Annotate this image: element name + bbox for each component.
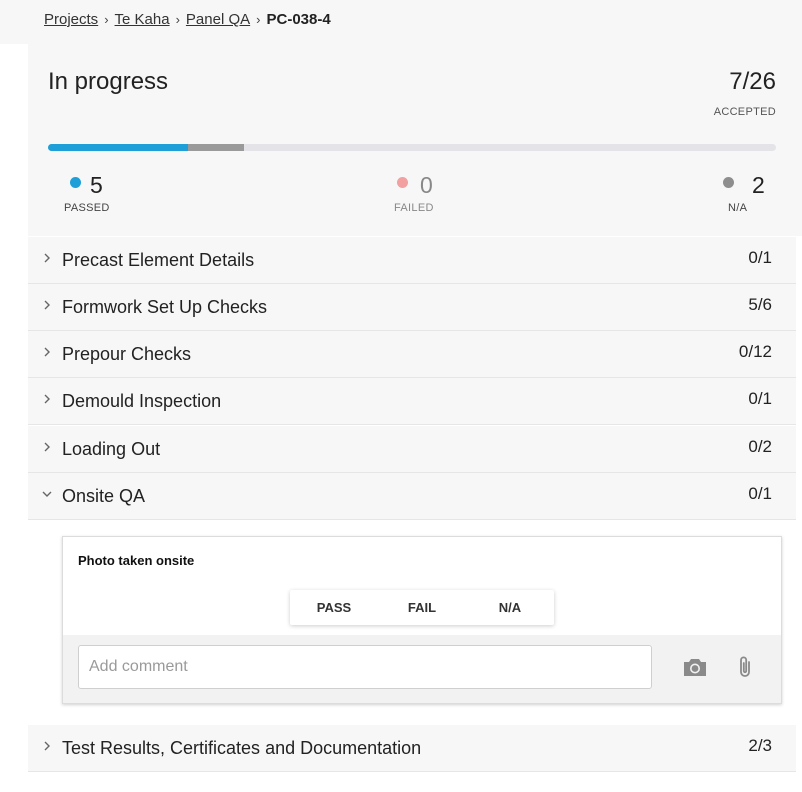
accepted-count: 7/26 <box>729 68 776 95</box>
breadcrumb-panel-qa[interactable]: Panel QA <box>186 11 250 28</box>
comment-bar <box>63 635 781 703</box>
passed-dot-icon <box>70 177 81 188</box>
chevron-down-icon <box>42 491 52 497</box>
section-formwork-set-up-checks[interactable]: Formwork Set Up Checks 5/6 <box>28 284 796 331</box>
section-title: Prepour Checks <box>62 344 192 364</box>
na-button[interactable]: N/A <box>466 590 554 625</box>
camera-icon[interactable] <box>681 653 709 681</box>
paperclip-icon[interactable] <box>731 653 759 681</box>
na-label: N/A <box>728 202 748 214</box>
breadcrumb-separator: › <box>256 12 261 27</box>
section-count: 0/12 <box>738 342 772 361</box>
na-count: 2 <box>752 172 765 198</box>
breadcrumb-separator: › <box>104 12 109 27</box>
section-title: Onsite QA <box>62 486 146 506</box>
failed-dot-icon <box>397 177 408 188</box>
section-title: Demould Inspection <box>62 391 222 411</box>
progress-passed-segment <box>48 144 188 151</box>
section-title: Precast Element Details <box>62 250 255 270</box>
chevron-right-icon <box>44 347 50 357</box>
section-count: 5/6 <box>748 295 772 314</box>
section-loading-out[interactable]: Loading Out 0/2 <box>28 426 796 473</box>
passed-count: 5 <box>90 172 103 198</box>
failed-label: FAILED <box>394 202 434 214</box>
failed-count: 0 <box>420 172 433 198</box>
chevron-right-icon <box>44 442 50 452</box>
section-title: Loading Out <box>62 439 161 459</box>
accepted-label: ACCEPTED <box>713 106 776 118</box>
section-title: Test Results, Certificates and Documenta… <box>62 738 422 758</box>
breadcrumb: Projects › Te Kaha › Panel QA › PC-038-4 <box>44 11 331 28</box>
section-onsite-qa[interactable]: Onsite QA 0/1 <box>28 473 796 520</box>
top-bar: Projects › Te Kaha › Panel QA › PC-038-4 <box>0 0 802 44</box>
section-test-results[interactable]: Test Results, Certificates and Documenta… <box>28 725 796 772</box>
section-count: 0/2 <box>748 437 772 456</box>
section-count: 2/3 <box>748 736 772 755</box>
breadcrumb-separator: › <box>175 12 180 27</box>
na-dot-icon <box>723 177 734 188</box>
progress-bar <box>48 144 776 151</box>
fail-button[interactable]: FAIL <box>378 590 466 625</box>
breadcrumb-projects[interactable]: Projects <box>44 11 98 28</box>
section-demould-inspection[interactable]: Demould Inspection 0/1 <box>28 378 796 425</box>
passed-label: PASSED <box>64 202 110 214</box>
section-count: 0/1 <box>748 484 772 503</box>
chevron-right-icon <box>44 253 50 263</box>
chevron-right-icon <box>44 394 50 404</box>
chevron-right-icon <box>44 300 50 310</box>
section-prepour-checks[interactable]: Prepour Checks 0/12 <box>28 331 796 378</box>
progress-summary: In progress 7/26 ACCEPTED 5 PASSED 0 FAI… <box>28 44 802 236</box>
result-choice-group: PASS FAIL N/A <box>290 590 554 625</box>
status-title: In progress <box>48 68 169 95</box>
breadcrumb-project[interactable]: Te Kaha <box>115 11 170 28</box>
section-precast-element-details[interactable]: Precast Element Details 0/1 <box>28 237 796 284</box>
section-title: Formwork Set Up Checks <box>62 297 268 317</box>
section-count: 0/1 <box>748 389 772 408</box>
section-count: 0/1 <box>748 248 772 267</box>
check-item-title: Photo taken onsite <box>78 553 195 568</box>
comment-input[interactable] <box>78 645 652 689</box>
progress-na-segment <box>187 144 244 151</box>
chevron-right-icon <box>44 741 50 751</box>
check-item-card: Photo taken onsite PASS FAIL N/A <box>62 536 782 704</box>
breadcrumb-current: PC-038-4 <box>266 11 331 28</box>
pass-button[interactable]: PASS <box>290 590 378 625</box>
